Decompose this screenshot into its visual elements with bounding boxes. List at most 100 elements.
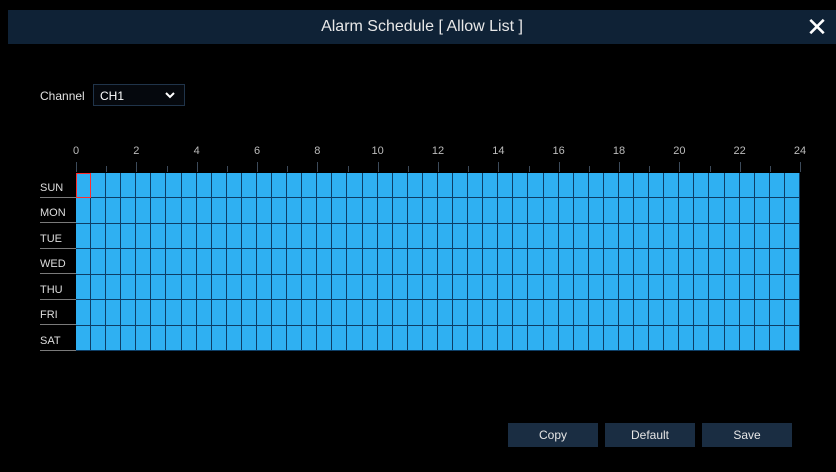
- schedule-cell[interactable]: [226, 249, 242, 275]
- schedule-cell[interactable]: [649, 173, 665, 199]
- schedule-cell[interactable]: [362, 274, 378, 301]
- schedule-cell[interactable]: [498, 274, 514, 301]
- schedule-cell[interactable]: [649, 325, 665, 351]
- schedule-cell[interactable]: [377, 198, 393, 224]
- schedule-cell[interactable]: [724, 325, 740, 351]
- schedule-cell[interactable]: [241, 300, 257, 326]
- schedule-cell[interactable]: [91, 249, 107, 275]
- schedule-cell[interactable]: [513, 223, 529, 250]
- schedule-cell[interactable]: [166, 198, 182, 224]
- schedule-cell[interactable]: [437, 249, 454, 275]
- schedule-cell[interactable]: [272, 198, 288, 224]
- schedule-cell[interactable]: [166, 173, 182, 199]
- schedule-cell[interactable]: [76, 300, 92, 326]
- schedule-cell[interactable]: [226, 223, 242, 250]
- schedule-cell[interactable]: [543, 325, 559, 351]
- schedule-cell[interactable]: [634, 223, 650, 250]
- schedule-cell[interactable]: [603, 198, 619, 224]
- schedule-cell[interactable]: [196, 249, 212, 275]
- schedule-cell[interactable]: [196, 300, 212, 326]
- schedule-cell[interactable]: [754, 173, 770, 199]
- schedule-cell[interactable]: [754, 325, 770, 351]
- schedule-cell[interactable]: [76, 223, 92, 250]
- schedule-cell[interactable]: [588, 249, 604, 275]
- schedule-cell[interactable]: [724, 300, 740, 326]
- schedule-cell[interactable]: [302, 198, 318, 224]
- schedule-cell[interactable]: [302, 325, 318, 351]
- schedule-cell[interactable]: [362, 198, 378, 224]
- schedule-cell[interactable]: [588, 300, 604, 326]
- schedule-cell[interactable]: [317, 325, 333, 351]
- schedule-cell[interactable]: [634, 325, 650, 351]
- schedule-cell[interactable]: [679, 300, 695, 326]
- schedule-cell[interactable]: [754, 274, 770, 301]
- schedule-cell[interactable]: [76, 325, 92, 351]
- schedule-cell[interactable]: [422, 274, 438, 301]
- schedule-cell[interactable]: [453, 249, 469, 275]
- schedule-cell[interactable]: [106, 249, 122, 275]
- schedule-cell[interactable]: [332, 198, 348, 224]
- schedule-cell[interactable]: [151, 274, 167, 301]
- schedule-cell[interactable]: [754, 249, 770, 275]
- schedule-cell[interactable]: [166, 274, 182, 301]
- schedule-cell[interactable]: [136, 173, 152, 199]
- schedule-cell[interactable]: [558, 198, 574, 224]
- schedule-cell[interactable]: [422, 325, 438, 351]
- schedule-cell[interactable]: [618, 274, 635, 301]
- schedule-cell[interactable]: [106, 325, 122, 351]
- schedule-cell[interactable]: [76, 198, 92, 224]
- schedule-cell[interactable]: [724, 274, 740, 301]
- schedule-cell[interactable]: [196, 198, 212, 224]
- schedule-cell[interactable]: [784, 300, 800, 326]
- schedule-cell[interactable]: [392, 300, 408, 326]
- schedule-cell[interactable]: [754, 300, 770, 326]
- schedule-cell[interactable]: [422, 198, 438, 224]
- schedule-cell[interactable]: [588, 198, 604, 224]
- schedule-cell[interactable]: [437, 198, 454, 224]
- schedule-cell[interactable]: [694, 173, 710, 199]
- schedule-cell[interactable]: [603, 173, 619, 199]
- schedule-cell[interactable]: [362, 173, 378, 199]
- schedule-cell[interactable]: [769, 274, 785, 301]
- schedule-cell[interactable]: [136, 198, 152, 224]
- schedule-cell[interactable]: [739, 300, 755, 326]
- schedule-cell[interactable]: [664, 249, 680, 275]
- schedule-cell[interactable]: [603, 274, 619, 301]
- schedule-cell[interactable]: [679, 274, 695, 301]
- schedule-cell[interactable]: [694, 300, 710, 326]
- schedule-cell[interactable]: [332, 173, 348, 199]
- schedule-cell[interactable]: [272, 249, 288, 275]
- schedule-cell[interactable]: [468, 223, 484, 250]
- schedule-cell[interactable]: [543, 198, 559, 224]
- schedule-cell[interactable]: [437, 325, 454, 351]
- schedule-cell[interactable]: [739, 249, 755, 275]
- schedule-cell[interactable]: [649, 198, 665, 224]
- schedule-cell[interactable]: [377, 249, 393, 275]
- schedule-cell[interactable]: [241, 223, 257, 250]
- schedule-cell[interactable]: [181, 249, 197, 275]
- schedule-cell[interactable]: [709, 300, 725, 326]
- schedule-cell[interactable]: [769, 173, 785, 199]
- schedule-cell[interactable]: [241, 325, 257, 351]
- schedule-cell[interactable]: [317, 173, 333, 199]
- schedule-cell[interactable]: [513, 300, 529, 326]
- schedule-cell[interactable]: [181, 300, 197, 326]
- schedule-cell[interactable]: [739, 198, 755, 224]
- schedule-cell[interactable]: [603, 325, 619, 351]
- schedule-cell[interactable]: [407, 173, 423, 199]
- schedule-cell[interactable]: [377, 223, 393, 250]
- schedule-cell[interactable]: [513, 249, 529, 275]
- schedule-cell[interactable]: [483, 300, 499, 326]
- schedule-cell[interactable]: [724, 198, 740, 224]
- schedule-cell[interactable]: [498, 300, 514, 326]
- schedule-cell[interactable]: [347, 223, 363, 250]
- schedule-cell[interactable]: [422, 173, 438, 199]
- schedule-cell[interactable]: [498, 173, 514, 199]
- schedule-cell[interactable]: [226, 198, 242, 224]
- schedule-cell[interactable]: [543, 300, 559, 326]
- schedule-cell[interactable]: [437, 223, 454, 250]
- schedule-cell[interactable]: [106, 223, 122, 250]
- schedule-cell[interactable]: [588, 274, 604, 301]
- schedule-cell[interactable]: [241, 173, 257, 199]
- schedule-cell[interactable]: [272, 325, 288, 351]
